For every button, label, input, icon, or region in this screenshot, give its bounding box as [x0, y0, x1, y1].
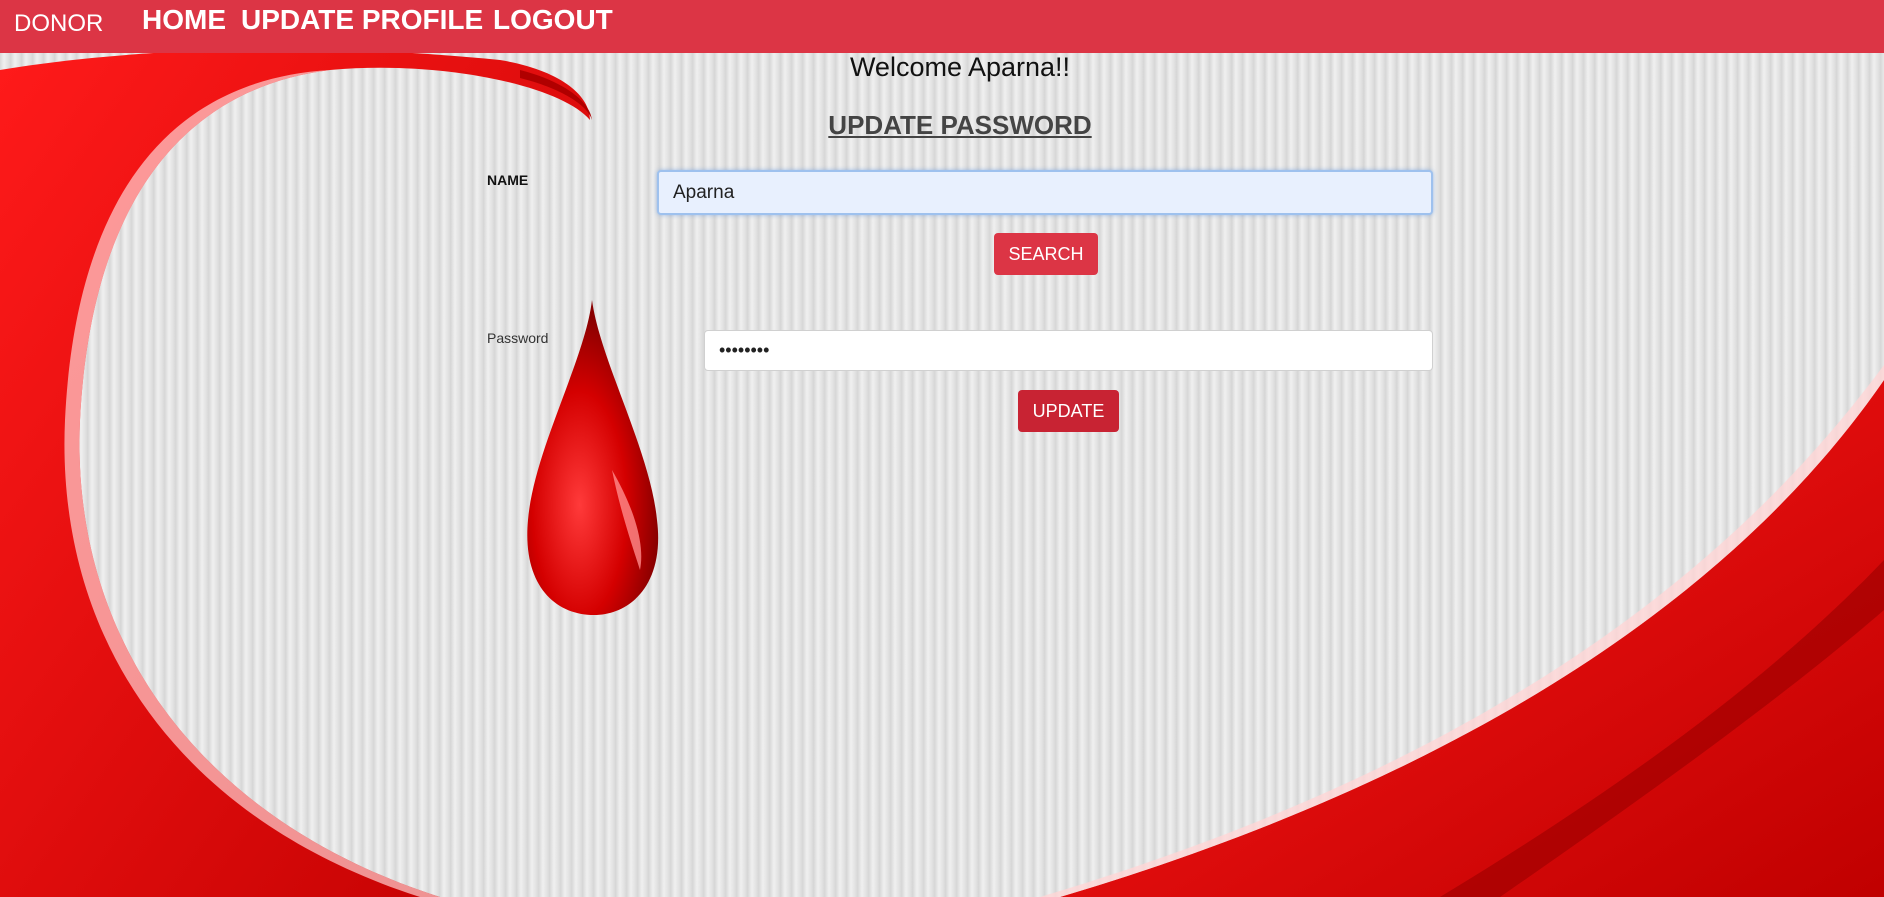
password-label: Password: [487, 330, 549, 346]
brand-label: DONOR: [14, 10, 104, 37]
blood-drop-icon: [527, 300, 659, 615]
update-button[interactable]: UPDATE: [1018, 390, 1119, 432]
nav-update-profile-link[interactable]: UPDATE PROFILE: [241, 4, 483, 36]
password-input[interactable]: [704, 330, 1433, 371]
welcome-message: Welcome Aparna!!: [849, 52, 1071, 82]
name-input[interactable]: [657, 170, 1433, 215]
search-button[interactable]: SEARCH: [994, 233, 1098, 275]
red-wave-right: [1060, 380, 1884, 897]
name-label: NAME: [487, 172, 529, 188]
nav-home-link[interactable]: HOME: [142, 4, 226, 36]
top-navbar: DONOR HOME UPDATE PROFILE LOGOUT: [0, 0, 1884, 53]
nav-logout-link[interactable]: LOGOUT: [493, 4, 613, 36]
page-title: UPDATE PASSWORD: [828, 110, 1092, 140]
